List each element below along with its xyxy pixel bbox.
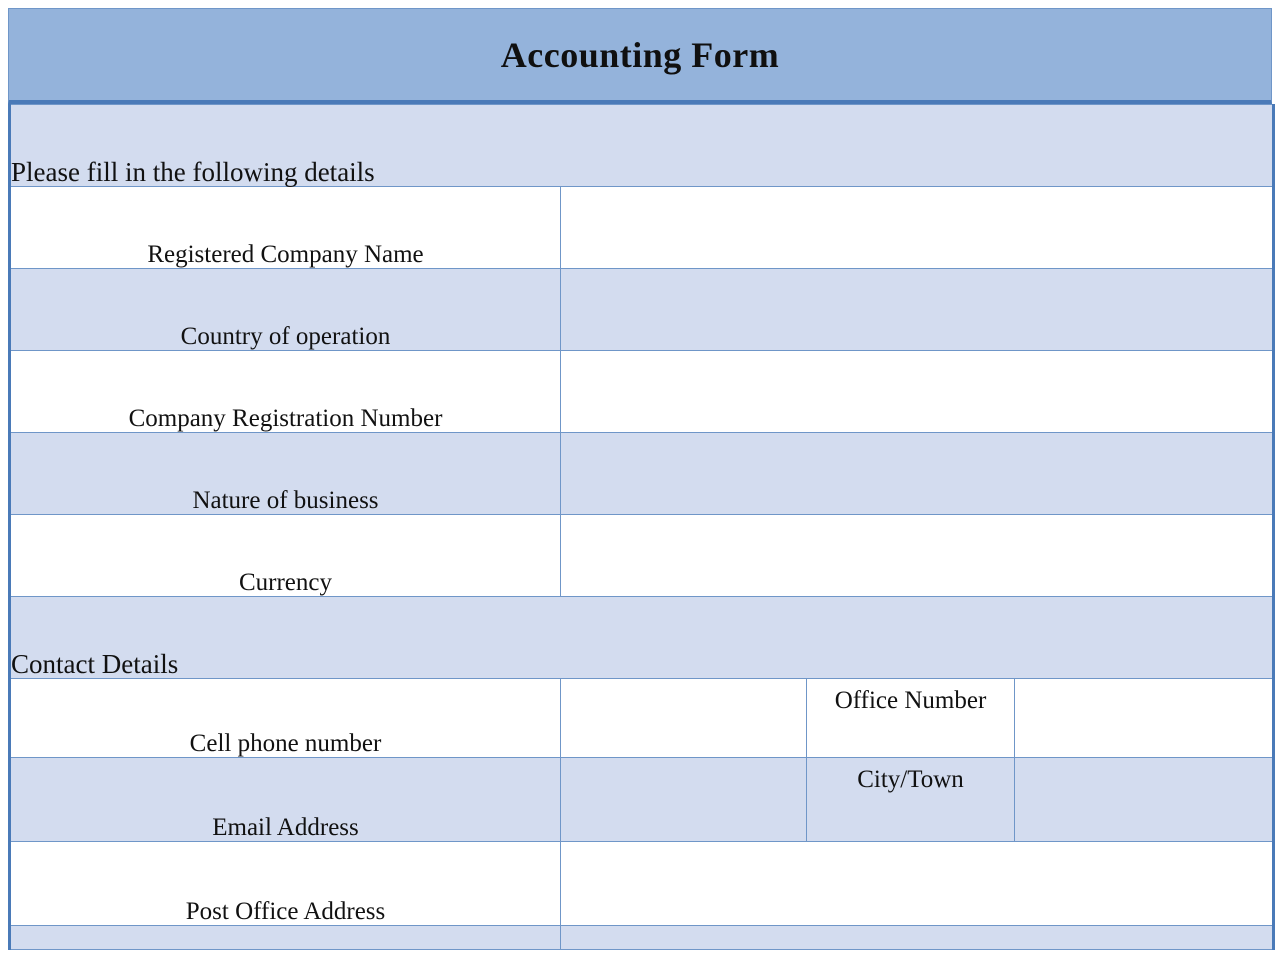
- table-row: Company Registration Number: [9, 350, 1274, 433]
- field-nature-of-business[interactable]: [560, 432, 1274, 515]
- label-registered-company-name: Registered Company Name: [9, 186, 561, 269]
- section-heading-contact-details: Contact Details: [9, 596, 1274, 679]
- label-office-number: Office Number: [806, 678, 1015, 758]
- section-heading-row: Please fill in the following details: [9, 104, 1274, 187]
- field-cell-phone-number[interactable]: [560, 678, 807, 758]
- field-currency[interactable]: [560, 514, 1274, 597]
- field-email-address[interactable]: [560, 757, 807, 842]
- table-row: Post Office Address: [9, 841, 1274, 926]
- label-cell-phone-number: Cell phone number: [9, 678, 561, 758]
- table-row: Registered Company Name: [9, 186, 1274, 269]
- field-city-town[interactable]: [1014, 757, 1274, 842]
- table-row: Email Address City/Town: [9, 757, 1274, 842]
- field-company-registration-number[interactable]: [560, 350, 1274, 433]
- label-country-of-operation: Country of operation: [9, 268, 561, 351]
- table-row: Country of operation: [9, 268, 1274, 351]
- section-heading-company-details: Please fill in the following details: [9, 104, 1274, 187]
- field-country-of-operation[interactable]: [560, 268, 1274, 351]
- label-nature-of-business: Nature of business: [9, 432, 561, 515]
- table-row: Currency: [9, 514, 1274, 597]
- form-page: Accounting Form Please fill in the follo…: [0, 0, 1280, 960]
- label-city-town: City/Town: [806, 757, 1015, 842]
- accounting-form-table: Please fill in the following details Reg…: [8, 104, 1275, 950]
- table-row: [9, 925, 1274, 950]
- field-office-number[interactable]: [1014, 678, 1274, 758]
- label-email-address: Email Address: [9, 757, 561, 842]
- label-company-registration-number: Company Registration Number: [9, 350, 561, 433]
- label-post-office-address: Post Office Address: [9, 841, 561, 926]
- label-next-row-truncated: [9, 925, 561, 950]
- table-row: Cell phone number Office Number: [9, 678, 1274, 758]
- field-post-office-address[interactable]: [560, 841, 1274, 926]
- field-registered-company-name[interactable]: [560, 186, 1274, 269]
- table-row: Nature of business: [9, 432, 1274, 515]
- section-heading-row: Contact Details: [9, 596, 1274, 679]
- field-next-row-truncated[interactable]: [560, 925, 1274, 950]
- form-title-bar: Accounting Form: [8, 8, 1272, 104]
- label-currency: Currency: [9, 514, 561, 597]
- page-title: Accounting Form: [500, 34, 780, 75]
